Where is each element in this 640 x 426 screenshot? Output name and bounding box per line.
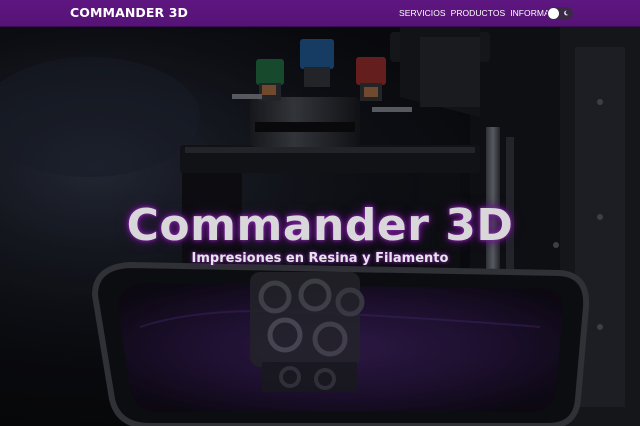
hero-section: Commander 3D Impresiones en Resina y Fil…	[0, 27, 640, 426]
theme-toggle[interactable]	[547, 7, 573, 20]
moon-icon	[564, 10, 569, 16]
nav-link-productos[interactable]: PRODUCTOS	[451, 8, 506, 18]
toggle-knob	[548, 8, 559, 19]
nav-menu: SERVICIOS PRODUCTOS INFORMACIÓN	[399, 8, 571, 18]
navbar: COMMANDER 3D SERVICIOS PRODUCTOS INFORMA…	[0, 0, 640, 27]
hero-title: Commander 3D	[126, 200, 514, 252]
hero-subtitle: Impresiones en Resina y Filamento	[191, 251, 449, 266]
nav-link-servicios[interactable]: SERVICIOS	[399, 8, 446, 18]
brand-logo-link[interactable]: COMMANDER 3D	[70, 5, 188, 20]
